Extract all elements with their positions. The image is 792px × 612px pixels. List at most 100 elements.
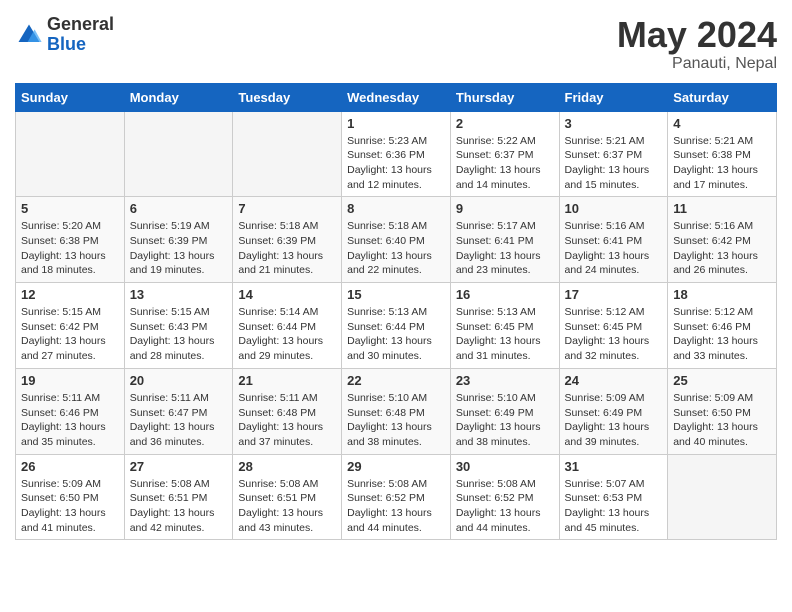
day-info: Sunrise: 5:08 AMSunset: 6:52 PMDaylight:…: [456, 477, 554, 536]
day-number: 24: [565, 373, 663, 388]
day-number: 20: [130, 373, 228, 388]
calendar-week-row: 1 Sunrise: 5:23 AMSunset: 6:36 PMDaylight…: [16, 111, 777, 197]
calendar-cell: 30 Sunrise: 5:08 AMSunset: 6:52 PMDayligh…: [450, 454, 559, 540]
calendar-cell: 1 Sunrise: 5:23 AMSunset: 6:36 PMDaylight…: [342, 111, 451, 197]
day-info: Sunrise: 5:09 AMSunset: 6:49 PMDaylight:…: [565, 391, 663, 450]
calendar-cell: [233, 111, 342, 197]
title-block: May 2024 Panauti, Nepal: [617, 15, 777, 73]
calendar-cell: 29 Sunrise: 5:08 AMSunset: 6:52 PMDayligh…: [342, 454, 451, 540]
day-info: Sunrise: 5:07 AMSunset: 6:53 PMDaylight:…: [565, 477, 663, 536]
calendar-cell: 19 Sunrise: 5:11 AMSunset: 6:46 PMDayligh…: [16, 368, 125, 454]
day-info: Sunrise: 5:08 AMSunset: 6:52 PMDaylight:…: [347, 477, 445, 536]
day-number: 11: [673, 201, 771, 216]
calendar-cell: [16, 111, 125, 197]
day-info: Sunrise: 5:09 AMSunset: 6:50 PMDaylight:…: [21, 477, 119, 536]
day-number: 23: [456, 373, 554, 388]
calendar-cell: 18 Sunrise: 5:12 AMSunset: 6:46 PMDayligh…: [668, 283, 777, 369]
calendar-cell: 26 Sunrise: 5:09 AMSunset: 6:50 PMDayligh…: [16, 454, 125, 540]
calendar-week-row: 19 Sunrise: 5:11 AMSunset: 6:46 PMDayligh…: [16, 368, 777, 454]
day-number: 26: [21, 459, 119, 474]
month-title: May 2024: [617, 15, 777, 55]
logo-blue-text: Blue: [47, 34, 86, 54]
calendar-cell: 31 Sunrise: 5:07 AMSunset: 6:53 PMDayligh…: [559, 454, 668, 540]
day-of-week-header: Friday: [559, 83, 668, 111]
day-number: 18: [673, 287, 771, 302]
day-info: Sunrise: 5:13 AMSunset: 6:45 PMDaylight:…: [456, 305, 554, 364]
day-number: 2: [456, 116, 554, 131]
day-info: Sunrise: 5:23 AMSunset: 6:36 PMDaylight:…: [347, 134, 445, 193]
page-header: General Blue May 2024 Panauti, Nepal: [15, 15, 777, 73]
day-number: 10: [565, 201, 663, 216]
calendar-cell: 7 Sunrise: 5:18 AMSunset: 6:39 PMDaylight…: [233, 197, 342, 283]
day-number: 7: [238, 201, 336, 216]
day-number: 27: [130, 459, 228, 474]
calendar-cell: 20 Sunrise: 5:11 AMSunset: 6:47 PMDayligh…: [124, 368, 233, 454]
calendar-cell: 13 Sunrise: 5:15 AMSunset: 6:43 PMDayligh…: [124, 283, 233, 369]
calendar-cell: 4Sunrise: 5:21 AMSunset: 6:38 PMDaylight…: [668, 111, 777, 197]
day-number: 4: [673, 116, 771, 131]
calendar-table: SundayMondayTuesdayWednesdayThursdayFrid…: [15, 83, 777, 541]
day-info: Sunrise: 5:10 AMSunset: 6:48 PMDaylight:…: [347, 391, 445, 450]
calendar-cell: 8 Sunrise: 5:18 AMSunset: 6:40 PMDaylight…: [342, 197, 451, 283]
day-of-week-header: Wednesday: [342, 83, 451, 111]
day-number: 9: [456, 201, 554, 216]
day-info: Sunrise: 5:11 AMSunset: 6:47 PMDaylight:…: [130, 391, 228, 450]
day-info: Sunrise: 5:22 AMSunset: 6:37 PMDaylight:…: [456, 134, 554, 193]
day-info: Sunrise: 5:10 AMSunset: 6:49 PMDaylight:…: [456, 391, 554, 450]
day-info: Sunrise: 5:15 AMSunset: 6:42 PMDaylight:…: [21, 305, 119, 364]
calendar-cell: [668, 454, 777, 540]
day-number: 15: [347, 287, 445, 302]
calendar-cell: 27 Sunrise: 5:08 AMSunset: 6:51 PMDayligh…: [124, 454, 233, 540]
day-of-week-header: Thursday: [450, 83, 559, 111]
day-of-week-header: Tuesday: [233, 83, 342, 111]
day-number: 13: [130, 287, 228, 302]
day-info: Sunrise: 5:12 AMSunset: 6:46 PMDaylight:…: [673, 305, 771, 364]
day-number: 19: [21, 373, 119, 388]
calendar-cell: 10 Sunrise: 5:16 AMSunset: 6:41 PMDayligh…: [559, 197, 668, 283]
calendar-cell: 24 Sunrise: 5:09 AMSunset: 6:49 PMDayligh…: [559, 368, 668, 454]
day-info: Sunrise: 5:15 AMSunset: 6:43 PMDaylight:…: [130, 305, 228, 364]
day-number: 6: [130, 201, 228, 216]
calendar-cell: 25Sunrise: 5:09 AMSunset: 6:50 PMDayligh…: [668, 368, 777, 454]
calendar-cell: 16Sunrise: 5:13 AMSunset: 6:45 PMDayligh…: [450, 283, 559, 369]
day-number: 30: [456, 459, 554, 474]
calendar-week-row: 5Sunrise: 5:20 AMSunset: 6:38 PMDaylight…: [16, 197, 777, 283]
calendar-cell: 5Sunrise: 5:20 AMSunset: 6:38 PMDaylight…: [16, 197, 125, 283]
day-info: Sunrise: 5:18 AMSunset: 6:39 PMDaylight:…: [238, 219, 336, 278]
day-info: Sunrise: 5:16 AMSunset: 6:41 PMDaylight:…: [565, 219, 663, 278]
day-info: Sunrise: 5:08 AMSunset: 6:51 PMDaylight:…: [130, 477, 228, 536]
calendar-cell: 21 Sunrise: 5:11 AMSunset: 6:48 PMDayligh…: [233, 368, 342, 454]
day-info: Sunrise: 5:11 AMSunset: 6:48 PMDaylight:…: [238, 391, 336, 450]
calendar-cell: 15 Sunrise: 5:13 AMSunset: 6:44 PMDayligh…: [342, 283, 451, 369]
calendar-week-row: 12Sunrise: 5:15 AMSunset: 6:42 PMDayligh…: [16, 283, 777, 369]
day-number: 31: [565, 459, 663, 474]
calendar-cell: 14 Sunrise: 5:14 AMSunset: 6:44 PMDayligh…: [233, 283, 342, 369]
day-info: Sunrise: 5:14 AMSunset: 6:44 PMDaylight:…: [238, 305, 336, 364]
day-info: Sunrise: 5:11 AMSunset: 6:46 PMDaylight:…: [21, 391, 119, 450]
day-number: 3: [565, 116, 663, 131]
day-number: 29: [347, 459, 445, 474]
day-info: Sunrise: 5:16 AMSunset: 6:42 PMDaylight:…: [673, 219, 771, 278]
day-number: 5: [21, 201, 119, 216]
calendar-cell: 11 Sunrise: 5:16 AMSunset: 6:42 PMDayligh…: [668, 197, 777, 283]
day-number: 21: [238, 373, 336, 388]
day-info: Sunrise: 5:12 AMSunset: 6:45 PMDaylight:…: [565, 305, 663, 364]
location: Panauti, Nepal: [617, 55, 777, 73]
day-number: 1: [347, 116, 445, 131]
day-number: 28: [238, 459, 336, 474]
calendar-cell: [124, 111, 233, 197]
day-number: 22: [347, 373, 445, 388]
calendar-cell: 17Sunrise: 5:12 AMSunset: 6:45 PMDayligh…: [559, 283, 668, 369]
calendar-header-row: SundayMondayTuesdayWednesdayThursdayFrid…: [16, 83, 777, 111]
day-info: Sunrise: 5:18 AMSunset: 6:40 PMDaylight:…: [347, 219, 445, 278]
day-info: Sunrise: 5:13 AMSunset: 6:44 PMDaylight:…: [347, 305, 445, 364]
calendar-cell: 23 Sunrise: 5:10 AMSunset: 6:49 PMDayligh…: [450, 368, 559, 454]
logo: General Blue: [15, 15, 114, 55]
day-number: 14: [238, 287, 336, 302]
logo-general-text: General: [47, 14, 114, 34]
day-of-week-header: Monday: [124, 83, 233, 111]
day-info: Sunrise: 5:21 AMSunset: 6:37 PMDaylight:…: [565, 134, 663, 193]
calendar-cell: 3 Sunrise: 5:21 AMSunset: 6:37 PMDaylight…: [559, 111, 668, 197]
day-number: 8: [347, 201, 445, 216]
calendar-cell: 22 Sunrise: 5:10 AMSunset: 6:48 PMDayligh…: [342, 368, 451, 454]
